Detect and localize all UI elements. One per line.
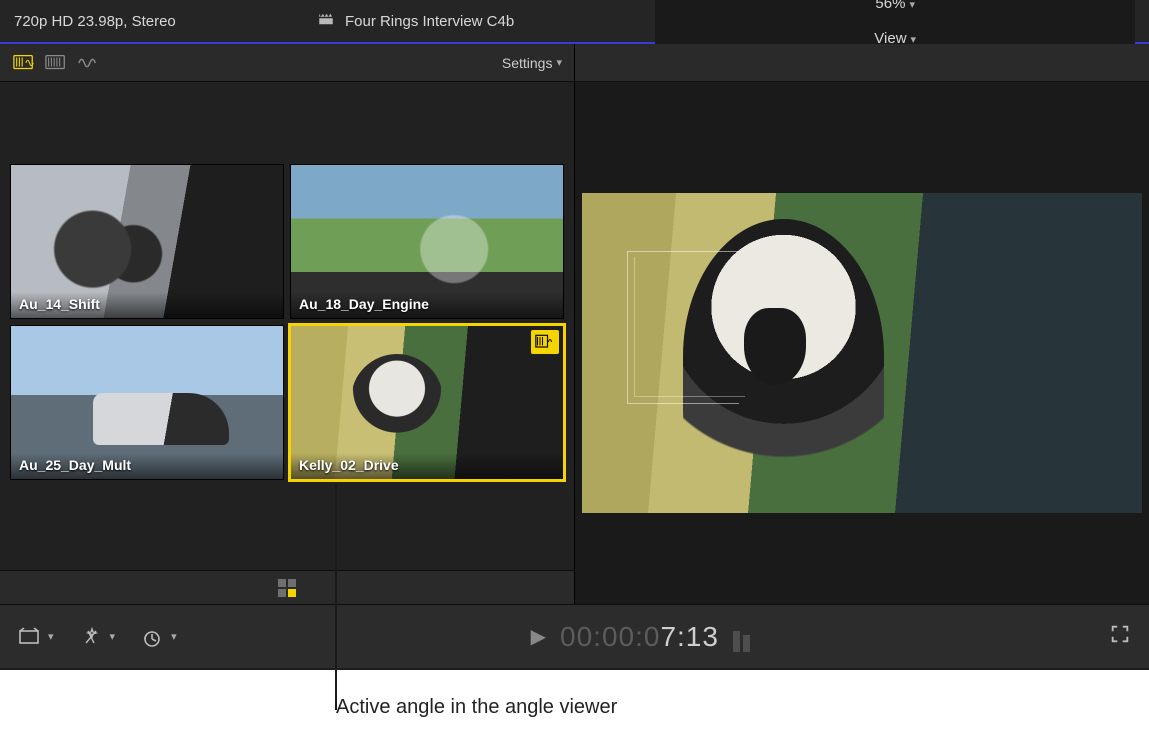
main-viewer xyxy=(575,44,1149,604)
viewer-frame[interactable] xyxy=(582,193,1142,513)
audio-meter-icon xyxy=(733,622,755,652)
effects-menu[interactable]: ▾ xyxy=(80,627,116,647)
audio-mode-icon[interactable] xyxy=(76,53,100,73)
angle-thumbnail[interactable]: Au_14_Shift xyxy=(10,164,284,319)
angle-grid: Au_14_Shift Au_18_Day_Engine Au_25_Day_M… xyxy=(10,164,564,480)
transport-toolbar: ▾ ▾ ▾ ▶ 00:00:07:13 xyxy=(0,604,1149,668)
viewer-window: 720p HD 23.98p, Stereo Four Rings Interv… xyxy=(0,0,1149,670)
format-indicator: 720p HD 23.98p, Stereo xyxy=(14,13,176,30)
play-button[interactable]: ▶ xyxy=(531,624,546,649)
safe-zone-overlay xyxy=(627,251,739,405)
angle-label: Au_14_Shift xyxy=(11,292,283,318)
angle-thumbnail-active[interactable]: Kelly_02_Drive xyxy=(290,325,564,480)
clapperboard-icon xyxy=(317,10,335,32)
timecode-display[interactable]: 00:00:07:13 xyxy=(560,621,719,653)
angle-viewer-footer xyxy=(0,570,574,604)
callout-caption: Active angle in the angle viewer xyxy=(336,696,617,719)
chevron-down-icon: ▾ xyxy=(110,630,116,643)
clip-appearance-menu[interactable]: ▾ xyxy=(18,627,54,647)
viewer-topbar: 720p HD 23.98p, Stereo Four Rings Interv… xyxy=(0,0,1149,44)
video-mode-icon[interactable] xyxy=(44,53,68,73)
grid-layout-icon[interactable] xyxy=(278,579,296,597)
chevron-down-icon: ▾ xyxy=(909,0,915,11)
zoom-menu[interactable]: 56%▾ xyxy=(875,0,915,12)
video-audio-mode-icon[interactable] xyxy=(12,53,36,73)
active-angle-badge-icon xyxy=(531,330,559,354)
callout-leader-line xyxy=(335,484,337,710)
retime-menu[interactable]: ▾ xyxy=(141,627,177,647)
angle-label: Au_25_Day_Mult xyxy=(11,453,283,479)
angle-mode-toolbar: Settings▾ xyxy=(0,44,574,82)
angle-thumbnail[interactable]: Au_25_Day_Mult xyxy=(10,325,284,480)
angle-thumbnail[interactable]: Au_18_Day_Engine xyxy=(290,164,564,319)
fullscreen-button[interactable] xyxy=(1109,623,1131,651)
chevron-down-icon: ▾ xyxy=(556,56,562,69)
angle-viewer: Settings▾ Au_14_Shift Au_18_Day_Engine xyxy=(0,44,575,604)
clip-title: Four Rings Interview C4b xyxy=(345,13,514,30)
main-viewer-topbar xyxy=(575,44,1149,82)
angle-label: Kelly_02_Drive xyxy=(291,453,563,479)
angle-settings-menu[interactable]: Settings▾ xyxy=(502,55,562,71)
angle-label: Au_18_Day_Engine xyxy=(291,292,563,318)
chevron-down-icon: ▾ xyxy=(48,630,54,643)
chevron-down-icon: ▾ xyxy=(171,630,177,643)
